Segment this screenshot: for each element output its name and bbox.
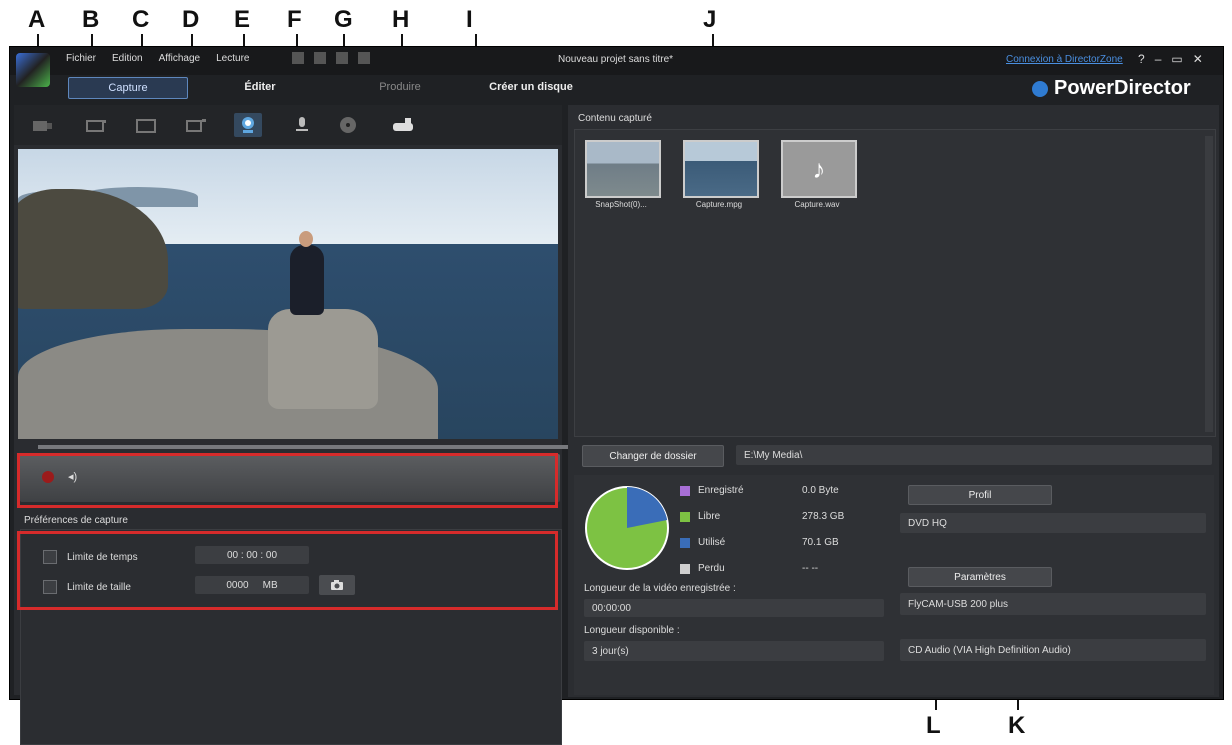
undo-icon[interactable] (314, 52, 326, 64)
profile-button[interactable]: Profil (908, 485, 1052, 505)
window-controls: ? – ▭ ✕ (1138, 52, 1203, 66)
library-item-label: SnapShot(0)... (595, 200, 647, 209)
legend-free-value: 278.3 GB (802, 511, 845, 522)
profile-value: DVD HQ (900, 513, 1206, 533)
available-length-label: Longueur disponible : (584, 625, 680, 636)
library-title: Contenu capturé (578, 113, 652, 124)
brand-name: PowerDirector (1054, 77, 1191, 99)
callout-e: E (234, 6, 251, 33)
library-item-label: Capture.wav (794, 200, 840, 209)
capture-preferences-title: Préférences de capture (24, 515, 128, 526)
video-person-head (299, 231, 313, 247)
window-title: Nouveau projet sans titre* (558, 54, 674, 65)
webcam-icon[interactable] (234, 113, 262, 137)
mobile-device-icon[interactable] (390, 113, 418, 137)
library-item-label: Capture.mpg (695, 200, 743, 209)
callout-k: K (1008, 712, 1026, 739)
menu-view[interactable]: Affichage (159, 53, 201, 64)
tab-capture[interactable]: Capture (68, 77, 188, 99)
minimize-button[interactable]: – (1155, 52, 1162, 66)
callout-j: J (703, 6, 717, 33)
legend-recorded: Enregistré (680, 485, 744, 496)
library-scrollbar[interactable] (1205, 136, 1213, 432)
available-length-value: 3 jour(s) (584, 641, 884, 661)
callout-h: H (392, 6, 410, 33)
title-bar: Fichier Edition Affichage Lecture Nouvea… (10, 47, 1223, 75)
callout-c: C (132, 6, 150, 33)
tab-create-disc[interactable]: Créer un disque (476, 77, 586, 97)
folder-bar: Changer de dossier E:\My Media\ (574, 443, 1214, 469)
change-folder-button[interactable]: Changer de dossier (582, 445, 724, 467)
legend-used-value: 70.1 GB (802, 537, 839, 548)
library-item[interactable] (683, 140, 759, 198)
camcorder-dv-icon[interactable] (28, 113, 56, 137)
callout-d: D (182, 6, 200, 33)
audio-device: CD Audio (VIA High Definition Audio) (900, 639, 1206, 661)
settings-button[interactable]: Paramètres (908, 567, 1052, 587)
cd-icon[interactable] (334, 113, 362, 137)
callout-b: B (82, 6, 100, 33)
recorded-length-value: 00:00:00 (584, 599, 884, 617)
folder-path: E:\My Media\ (736, 445, 1212, 465)
library-panel: Contenu capturé SnapShot(0)... Capture.m… (568, 105, 1219, 697)
restore-button[interactable]: ▭ (1171, 52, 1182, 66)
library-item[interactable]: ♪ (781, 140, 857, 198)
callout-a: A (28, 6, 46, 33)
capture-library: SnapShot(0)... Capture.mpg ♪ Capture.wav (574, 129, 1216, 437)
video-rock (268, 309, 378, 409)
tab-edit[interactable]: Éditer (220, 77, 300, 97)
capture-settings-panel: Profil DVD HQ Paramètres FlyCAM-USB 200 … (894, 475, 1214, 695)
menu-edit[interactable]: Edition (112, 53, 143, 64)
menu-playback[interactable]: Lecture (216, 53, 249, 64)
help-button[interactable]: ? (1138, 52, 1145, 66)
layout-icon[interactable] (358, 52, 370, 64)
capture-device: FlyCAM-USB 200 plus (900, 593, 1206, 615)
legend-free: Libre (680, 511, 720, 522)
callout-box-n (17, 531, 558, 610)
powerdirector-icon (1032, 80, 1048, 97)
legend-used: Utilisé (680, 537, 725, 548)
library-item[interactable] (585, 140, 661, 198)
callout-i: I (466, 6, 473, 33)
menu-bar: Fichier Edition Affichage Lecture (66, 53, 249, 64)
callout-f: F (287, 6, 302, 33)
tab-produce[interactable]: Produire (360, 77, 440, 97)
music-note-icon: ♪ (812, 153, 826, 184)
disk-usage-panel: Enregistré 0.0 Byte Libre 278.3 GB Utili… (574, 475, 894, 695)
close-button[interactable]: ✕ (1193, 52, 1203, 66)
legend-lost: Perdu (680, 563, 725, 574)
capture-source-toolbar (14, 105, 562, 145)
directorzone-link[interactable]: Connexion à DirectorZone (1006, 54, 1123, 65)
brand-logo: PowerDirector (1032, 77, 1191, 100)
recorded-length-label: Longueur de la vidéo enregistrée : (584, 583, 736, 594)
quick-toolbar (292, 52, 370, 64)
legend-lost-value: -- -- (802, 563, 819, 574)
callout-box-m (17, 453, 558, 508)
menu-file[interactable]: Fichier (66, 53, 96, 64)
redo-icon[interactable] (336, 52, 348, 64)
digital-tv-icon[interactable] (182, 113, 210, 137)
callout-l: L (926, 712, 941, 739)
microphone-icon[interactable] (288, 113, 316, 137)
disk-pie-chart (585, 486, 669, 570)
legend-recorded-value: 0.0 Byte (802, 485, 839, 496)
save-icon[interactable] (292, 52, 304, 64)
seek-bar[interactable] (38, 445, 568, 449)
tv-icon[interactable] (132, 113, 160, 137)
callout-g: G (334, 6, 353, 33)
camcorder-hdv-icon[interactable] (82, 113, 110, 137)
preview-window (18, 149, 558, 439)
video-person (290, 245, 324, 315)
